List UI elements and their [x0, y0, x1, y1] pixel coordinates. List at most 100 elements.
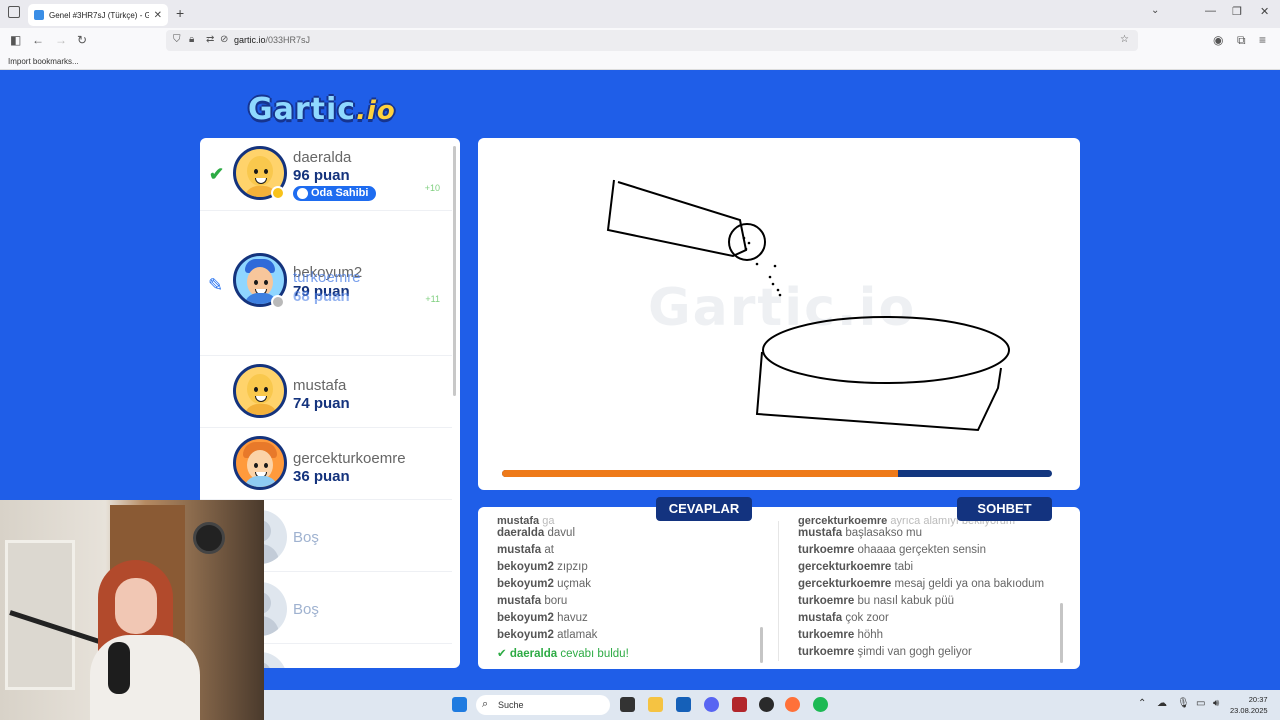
- chat-scrollbar[interactable]: [1060, 603, 1063, 663]
- chat-message: turkoemre höhh: [798, 629, 884, 641]
- volume-icon[interactable]: 🔊︎: [1213, 698, 1219, 709]
- bookmark-star-icon[interactable]: ☆: [1120, 34, 1129, 45]
- tray-chevron-icon[interactable]: ⌃: [1138, 698, 1146, 709]
- microphone: [108, 642, 130, 694]
- minimize-icon[interactable]: —: [1205, 5, 1216, 17]
- file-explorer-icon[interactable]: [648, 697, 663, 712]
- points-gain: +10: [424, 183, 440, 193]
- network-icon[interactable]: ☁: [1157, 698, 1167, 709]
- tracking-icon[interactable]: ⊘: [220, 34, 228, 45]
- forward-arrow-icon[interactable]: →: [55, 33, 67, 47]
- mic-icon[interactable]: 🎙︎: [1177, 698, 1190, 709]
- obs-icon[interactable]: [759, 697, 774, 712]
- close-tab-icon[interactable]: ✕: [154, 10, 162, 21]
- discord-icon[interactable]: [704, 697, 719, 712]
- new-tab-icon[interactable]: +: [176, 5, 184, 21]
- chevron-down-icon[interactable]: ⌄: [1151, 5, 1159, 16]
- answer-message: mustafa at: [497, 544, 554, 556]
- drawing-canvas[interactable]: Gartic.io: [478, 138, 1080, 490]
- extensions-icon[interactable]: ⧉: [1237, 33, 1246, 48]
- chat-message: turkoemre bu nasıl kabuk püü: [798, 595, 954, 607]
- site-favicon-icon: [34, 10, 44, 20]
- url-text[interactable]: gartic.io/033HR7sJ: [234, 35, 310, 45]
- answer-message: mustafa boru: [497, 595, 568, 607]
- browser-navbar: ◧ ← → ↻ ⛉ 🔒︎ ⇄ ⊘ gartic.io/033HR7sJ ☆ ◉ …: [0, 28, 1280, 54]
- answers-scrollbar[interactable]: [760, 627, 763, 663]
- taskbar-clock[interactable]: 20:37 23.08.2025: [1230, 694, 1268, 716]
- correct-answer-message: ✔ daeralda cevabı buldu!: [497, 648, 629, 660]
- app-icon[interactable]: [732, 697, 747, 712]
- restore-icon[interactable]: ❐: [1232, 5, 1242, 18]
- browser-tab[interactable]: Genel #3HR7sJ (Türkçe) - Gartic ✕: [28, 4, 168, 26]
- sidebar-toggle-icon[interactable]: ◧: [10, 33, 21, 47]
- lock-icon[interactable]: 🔒︎: [189, 34, 194, 45]
- player-points-overlap: 68 puan: [293, 288, 350, 305]
- firefox-icon[interactable]: [785, 697, 800, 712]
- answer-message: bekoyum2 havuz: [497, 612, 588, 624]
- tab-answers[interactable]: CEVAPLAR: [656, 497, 752, 521]
- store-icon[interactable]: [676, 697, 691, 712]
- close-window-icon[interactable]: ✕: [1260, 5, 1269, 18]
- import-bookmarks-link[interactable]: Import bookmarks...: [8, 57, 79, 66]
- check-icon: ✔: [209, 164, 225, 184]
- player-points: 96 puan: [293, 167, 350, 184]
- menu-icon[interactable]: ≡: [1259, 33, 1266, 47]
- display-icon[interactable]: ▭: [1196, 698, 1205, 709]
- gartic-logo: Gartic.io: [248, 92, 396, 127]
- answer-message: daeralda davul: [497, 527, 576, 539]
- empty-slot-label: Boş: [293, 601, 319, 618]
- drawing-strokes: [606, 179, 1010, 432]
- back-arrow-icon[interactable]: ←: [32, 33, 44, 47]
- tab-title: Genel #3HR7sJ (Türkçe) - Gartic: [49, 10, 149, 20]
- answers-chat-panel: mustafa ga daeralda davul mustafa at bek…: [478, 507, 1080, 669]
- check-icon: ✔: [497, 648, 507, 660]
- spotify-icon[interactable]: [813, 697, 828, 712]
- answers-list: mustafa ga daeralda davul mustafa at bek…: [497, 515, 629, 663]
- answer-message: bekoyum2 zıpzıp: [497, 561, 588, 573]
- player-row[interactable]: ✎ bekoyum2 79 puan turkoemre 68 puan +11: [200, 211, 452, 356]
- players-scrollbar[interactable]: [453, 146, 456, 396]
- webcam-overlay: [0, 500, 264, 720]
- player-row[interactable]: mustafa 74 puan: [200, 356, 452, 428]
- round-timer-fill: [502, 470, 898, 477]
- chat-message: mustafa çok zoor: [798, 612, 889, 624]
- player-points: 74 puan: [293, 395, 350, 412]
- answer-message: bekoyum2 atlamak: [497, 629, 598, 641]
- player-row[interactable]: gercekturkoemre 36 puan: [200, 428, 452, 500]
- chat-message: gercekturkoemre mesaj geldi ya ona bakıo…: [798, 578, 1045, 590]
- account-icon[interactable]: ◉: [1213, 33, 1223, 47]
- player-name: gercekturkoemre: [293, 450, 406, 467]
- task-view-icon[interactable]: [620, 697, 635, 712]
- chat-message: turkoemre şimdi van gogh geliyor: [798, 646, 972, 658]
- taskbar: ⌕ Suche ⌃ ☁ 🎙︎ ▭ 🔊︎ 20:37 23.08.2025: [264, 690, 1280, 720]
- player-points: 36 puan: [293, 468, 350, 485]
- smile-icon: [297, 188, 308, 199]
- tab-list-icon[interactable]: [8, 6, 20, 18]
- player-name-overlap: turkoemre: [293, 269, 361, 286]
- shield-icon[interactable]: ⛉: [173, 34, 181, 45]
- chat-message: mustafa başlasakso mu: [798, 527, 923, 539]
- status-dot-icon: [271, 186, 285, 200]
- status-dot-icon: [271, 295, 285, 309]
- chat-message: gercekturkoemre tabi: [798, 561, 914, 573]
- address-bar[interactable]: ⛉ 🔒︎ ⇄ ⊘ gartic.io/033HR7sJ ☆: [166, 30, 1138, 51]
- avatar: [233, 436, 287, 490]
- dartboard: [193, 522, 225, 554]
- clock-time: 20:37: [1248, 695, 1268, 704]
- tab-chat[interactable]: SOHBET: [957, 497, 1052, 521]
- points-gain: +11: [425, 294, 440, 304]
- windows-start-icon[interactable]: [452, 697, 467, 712]
- chat-list: gercekturkoemre ayrıca alamıyı bekliyoru…: [798, 515, 1044, 663]
- room-owner-badge: Oda Sahibi: [293, 186, 377, 201]
- taskbar-search[interactable]: ⌕ Suche: [476, 695, 610, 715]
- clock-date: 23.08.2025: [1230, 706, 1268, 715]
- pencil-icon: ✎: [208, 275, 224, 295]
- permissions-icon[interactable]: ⇄: [206, 34, 214, 45]
- reload-icon[interactable]: ↻: [77, 33, 87, 47]
- bookmarks-bar: Import bookmarks...: [0, 54, 1280, 70]
- panel-divider: [778, 521, 779, 661]
- answer-message: bekoyum2 uçmak: [497, 578, 591, 590]
- player-row[interactable]: ✔ daeralda 96 puan Oda Sahibi +10: [200, 138, 452, 211]
- round-timer-bar: [502, 470, 1052, 477]
- search-icon: ⌕: [482, 698, 489, 710]
